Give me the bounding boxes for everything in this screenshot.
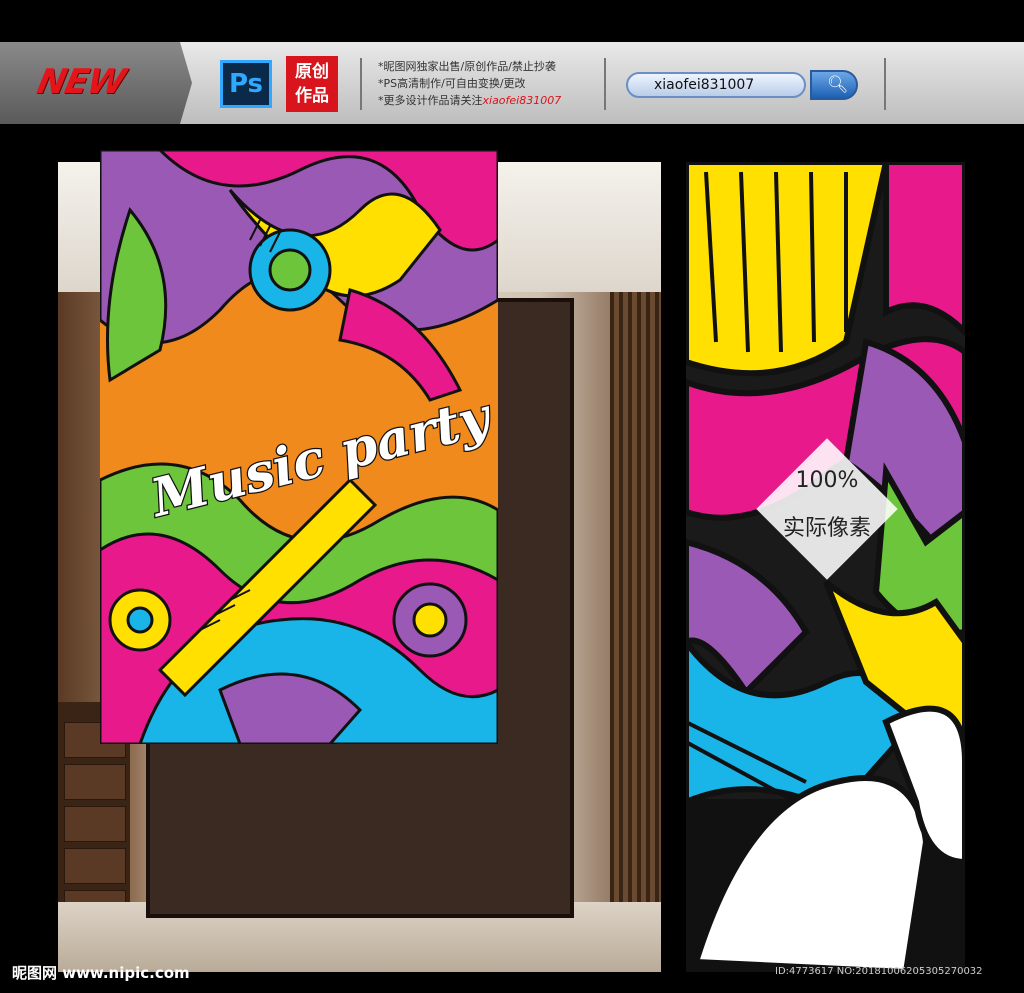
notes: *昵图网独家出售/原创作品/禁止抄袭 *PS高清制作/可自由变换/更改 *更多设… (378, 58, 561, 109)
badge-percent: 100% (795, 468, 859, 493)
photoshop-icon: Ps (220, 60, 272, 108)
wooden-screen (610, 292, 661, 912)
original-work-text: 原创作品 (295, 62, 329, 106)
actual-pixels-badge: 100% 实际像素 (756, 438, 898, 580)
new-label: NEW (33, 62, 129, 102)
note-line-2: *PS高清制作/可自由变换/更改 (378, 77, 526, 90)
note-line-3: *更多设计作品请关注xiaofei831007 (378, 92, 561, 109)
search-icon: 🔍︎ (827, 75, 849, 95)
poster-art: Music party (100, 150, 498, 744)
badge-caption: 实际像素 (782, 516, 871, 541)
original-work-badge: 原创作品 (286, 56, 338, 112)
site-watermark: 昵图网 www.nipic.com (12, 964, 190, 982)
image-id: ID:4773617 NO:20181006205305270032 (775, 966, 983, 977)
note-line-3-prefix: *更多设计作品请关注 (378, 94, 483, 107)
note-line-3-user: xiaofei831007 (482, 94, 562, 107)
top-banner: NEW Ps 原创作品 *昵图网独家出售/原创作品/禁止抄袭 *PS高清制作/可… (0, 42, 1024, 124)
music-party-poster: Music party (100, 150, 498, 744)
search-button[interactable]: 🔍︎ (810, 70, 858, 100)
divider (360, 58, 362, 110)
search-input[interactable]: xiaofei831007 (626, 72, 806, 98)
divider (604, 58, 606, 110)
badge-diamond (756, 438, 898, 580)
note-line-1: *昵图网独家出售/原创作品/禁止抄袭 (378, 60, 556, 73)
divider (884, 58, 886, 110)
